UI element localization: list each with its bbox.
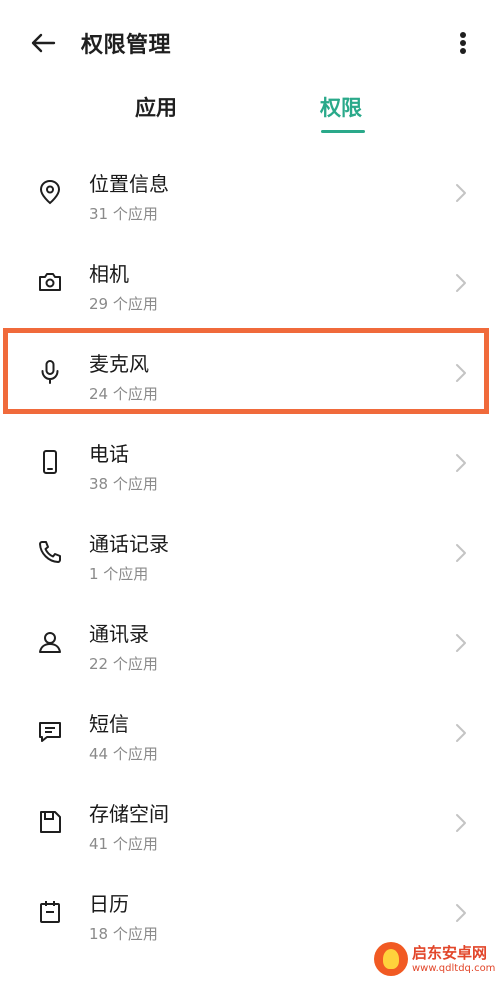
permission-count: 22 个应用 [89,655,158,673]
app-bar: 权限管理 [0,0,500,84]
page-title: 权限管理 [81,33,172,58]
call-log-icon [39,541,61,563]
permission-name: 通讯录 [89,622,149,646]
chevron-right-icon [456,634,466,652]
active-tab-indicator [321,130,365,133]
permission-list: 位置信息 31 个应用 相机 29 个应用 麦克风 24 个应用 电话 38 个… [0,148,500,958]
watermark-name: 启东安卓网 [412,944,488,962]
watermark: 启东安卓网 www.qdltdq.com [370,938,500,982]
location-pin-icon [39,179,61,205]
permission-item-phone[interactable]: 电话 38 个应用 [0,418,500,508]
permission-name: 日历 [89,892,129,916]
sms-icon [39,722,61,742]
permission-name: 通话记录 [89,532,169,556]
permission-name: 存储空间 [89,802,169,826]
contacts-icon [39,632,61,653]
storage-icon [40,811,61,833]
tab-bar: 应用 权限 [0,84,500,144]
watermark-url: www.qdltdq.com [412,963,496,974]
chevron-right-icon [456,274,466,292]
permission-count: 1 个应用 [89,565,149,583]
permission-count: 44 个应用 [89,745,158,763]
phone-device-icon [43,450,57,474]
permission-count: 24 个应用 [89,385,158,403]
permission-item-storage[interactable]: 存储空间 41 个应用 [0,778,500,868]
camera-icon [39,273,61,291]
tab-permissions[interactable]: 权限 [320,92,362,122]
tab-apps[interactable]: 应用 [135,92,177,122]
chevron-right-icon [456,454,466,472]
chevron-right-icon [456,544,466,562]
permission-item-microphone[interactable]: 麦克风 24 个应用 [0,328,500,418]
microphone-icon [41,360,59,384]
permission-name: 短信 [89,712,129,736]
permission-count: 41 个应用 [89,835,158,853]
chevron-right-icon [456,364,466,382]
permission-count: 18 个应用 [89,925,158,943]
permission-item-call-log[interactable]: 通话记录 1 个应用 [0,508,500,598]
chevron-right-icon [456,184,466,202]
chevron-right-icon [456,724,466,742]
permission-item-camera[interactable]: 相机 29 个应用 [0,238,500,328]
permission-name: 电话 [89,442,129,466]
permission-count: 29 个应用 [89,295,158,313]
permission-name: 位置信息 [89,172,169,196]
chevron-right-icon [456,904,466,922]
watermark-logo-icon [374,942,408,976]
calendar-icon [40,901,60,923]
permission-item-location[interactable]: 位置信息 31 个应用 [0,148,500,238]
permission-count: 38 个应用 [89,475,158,493]
arrow-left-icon[interactable] [26,26,60,60]
permission-item-contacts[interactable]: 通讯录 22 个应用 [0,598,500,688]
more-vertical-icon[interactable] [448,26,478,60]
permission-count: 31 个应用 [89,205,158,223]
permission-item-sms[interactable]: 短信 44 个应用 [0,688,500,778]
chevron-right-icon [456,814,466,832]
permission-name: 相机 [89,262,129,286]
permission-name: 麦克风 [89,352,149,376]
